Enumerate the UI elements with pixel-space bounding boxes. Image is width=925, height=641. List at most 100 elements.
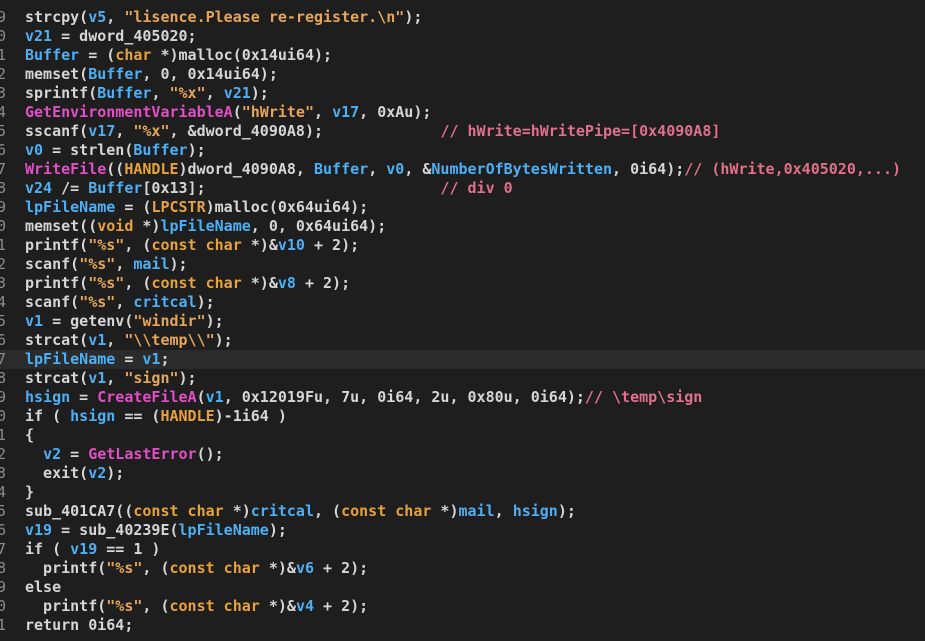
variable-token[interactable]: Buffer bbox=[133, 141, 187, 159]
code-text[interactable]: scanf("%s", mail); bbox=[25, 255, 188, 274]
code-line[interactable]: 1{ bbox=[0, 426, 925, 445]
variable-token[interactable]: lpFileName bbox=[25, 350, 115, 368]
code-text[interactable]: v21 = dword_405020; bbox=[25, 27, 197, 46]
code-line[interactable]: 8 strcat(v1, "sign"); bbox=[0, 369, 925, 388]
code-text[interactable]: hsign = CreateFileA(v1, 0x12019Fu, 7u, 0… bbox=[25, 388, 702, 407]
variable-token[interactable]: v1 bbox=[142, 350, 160, 368]
code-line[interactable]: 5 sub_401CA7((const char *)critcal, (cons… bbox=[0, 502, 925, 521]
api-call-token[interactable]: WriteFile bbox=[25, 160, 106, 178]
variable-token[interactable]: v19 bbox=[25, 521, 52, 539]
code-line[interactable]: 5 sscanf(v17, "%x", &dword_4090A8); // hW… bbox=[0, 122, 925, 141]
variable-token[interactable]: v1 bbox=[88, 369, 106, 387]
variable-token[interactable]: v24 bbox=[25, 179, 52, 197]
variable-token[interactable]: Buffer bbox=[25, 46, 79, 64]
code-text[interactable]: printf("%s", (const char *)&v4 + 2); bbox=[25, 597, 368, 616]
variable-token[interactable]: v21 bbox=[224, 84, 251, 102]
api-call-token[interactable]: CreateFileA bbox=[97, 388, 196, 406]
code-line[interactable]: 3 printf("%s", (const char *)&v8 + 2); bbox=[0, 274, 925, 293]
code-text[interactable]: GetEnvironmentVariableA("hWrite", v17, 0… bbox=[25, 103, 431, 122]
code-text[interactable]: printf("%s", (const char *)&v6 + 2); bbox=[25, 559, 368, 578]
variable-token[interactable]: v6 bbox=[296, 559, 314, 577]
code-line[interactable]: 9 else bbox=[0, 578, 925, 597]
variable-token[interactable]: hsign bbox=[25, 388, 70, 406]
code-line[interactable]: 1 Buffer = (char *)malloc(0x14ui64); bbox=[0, 46, 925, 65]
variable-token[interactable]: mail bbox=[133, 255, 169, 273]
code-line[interactable]: 6 v19 = sub_40239E(lpFileName); bbox=[0, 521, 925, 540]
code-line[interactable]: 3 exit(v2); bbox=[0, 464, 925, 483]
variable-token[interactable]: critcal bbox=[251, 502, 314, 520]
variable-token[interactable]: critcal bbox=[133, 293, 196, 311]
code-line[interactable]: 1 printf("%s", (const char *)&v10 + 2); bbox=[0, 236, 925, 255]
api-call-token[interactable]: GetLastError bbox=[88, 445, 196, 463]
variable-token[interactable]: lpFileName bbox=[25, 198, 115, 216]
variable-token[interactable]: lpFileName bbox=[160, 217, 250, 235]
code-text[interactable]: v1 = getenv("windir"); bbox=[25, 312, 224, 331]
code-line[interactable]: 9 hsign = CreateFileA(v1, 0x12019Fu, 7u, … bbox=[0, 388, 925, 407]
code-line[interactable]: 4 scanf("%s", critcal); bbox=[0, 293, 925, 312]
code-text[interactable]: else bbox=[25, 578, 61, 597]
code-text[interactable]: sub_401CA7((const char *)critcal, (const… bbox=[25, 502, 576, 521]
code-text[interactable]: sprintf(Buffer, "%x", v21); bbox=[25, 84, 269, 103]
code-line[interactable]: 0 v21 = dword_405020; bbox=[0, 27, 925, 46]
code-line[interactable]: 4 GetEnvironmentVariableA("hWrite", v17, … bbox=[0, 103, 925, 122]
code-text[interactable]: v0 = strlen(Buffer); bbox=[25, 141, 206, 160]
code-line[interactable]: 0 printf("%s", (const char *)&v4 + 2); bbox=[0, 597, 925, 616]
variable-token[interactable]: v2 bbox=[88, 464, 106, 482]
code-text[interactable]: printf("%s", (const char *)&v8 + 2); bbox=[25, 274, 350, 293]
code-text[interactable]: strcpy(v5, "lisence.Please re-register.\… bbox=[25, 8, 422, 27]
variable-token[interactable]: v1 bbox=[88, 331, 106, 349]
code-text[interactable]: { bbox=[25, 426, 34, 445]
code-line[interactable]: 5 v1 = getenv("windir"); bbox=[0, 312, 925, 331]
variable-token[interactable]: v19 bbox=[70, 540, 97, 558]
code-line[interactable]: 4} bbox=[0, 483, 925, 502]
api-call-token[interactable]: GetEnvironmentVariableA bbox=[25, 103, 233, 121]
variable-token[interactable]: mail bbox=[459, 502, 495, 520]
code-line[interactable]: 9 strcpy(v5, "lisence.Please re-register.… bbox=[0, 8, 925, 27]
variable-token[interactable]: Buffer bbox=[88, 65, 142, 83]
code-line[interactable]: 6 strcat(v1, "\\temp\\"); bbox=[0, 331, 925, 350]
code-text[interactable]: if ( v19 == 1 ) bbox=[25, 540, 160, 559]
variable-token[interactable]: v0 bbox=[25, 141, 43, 159]
code-line[interactable]: 7 if ( v19 == 1 ) bbox=[0, 540, 925, 559]
variable-token[interactable]: hsign bbox=[70, 407, 115, 425]
variable-token[interactable]: v4 bbox=[296, 597, 314, 615]
variable-token[interactable]: v17 bbox=[332, 103, 359, 121]
code-line[interactable]: 9 lpFileName = (LPCSTR)malloc(0x64ui64); bbox=[0, 198, 925, 217]
code-text[interactable]: scanf("%s", critcal); bbox=[25, 293, 215, 312]
code-text[interactable]: memset(Buffer, 0, 0x14ui64); bbox=[25, 65, 278, 84]
code-line[interactable]: 6 v0 = strlen(Buffer); bbox=[0, 141, 925, 160]
code-line[interactable]: 0 if ( hsign == (HANDLE)-1i64 ) bbox=[0, 407, 925, 426]
code-text[interactable]: WriteFile((HANDLE)dword_4090A8, Buffer , … bbox=[25, 160, 901, 179]
code-text[interactable]: lpFileName = v1; bbox=[25, 350, 170, 369]
code-line[interactable]: 7 WriteFile((HANDLE)dword_4090A8, Buffer,… bbox=[0, 160, 925, 179]
code-text[interactable]: strcat(v1, "sign"); bbox=[25, 369, 197, 388]
code-line[interactable]: 1 return 0i64; bbox=[0, 616, 925, 635]
code-text[interactable]: v24 /= Buffer[0x13]; // div 0 bbox=[25, 179, 513, 198]
pseudocode-view[interactable]: 9 strcpy(v5, "lisence.Please re-register.… bbox=[0, 8, 925, 635]
code-line-highlighted[interactable]: 7 lpFileName = v1; bbox=[0, 350, 925, 369]
variable-token[interactable]: v0 bbox=[386, 160, 404, 178]
variable-token[interactable]: v21 bbox=[25, 27, 52, 45]
code-line[interactable]: 2 memset(Buffer, 0, 0x14ui64); bbox=[0, 65, 925, 84]
variable-token[interactable]: v2 bbox=[43, 445, 61, 463]
code-line[interactable]: 3 sprintf(Buffer, "%x", v21); bbox=[0, 84, 925, 103]
code-text[interactable]: lpFileName = (LPCSTR)malloc(0x64ui64); bbox=[25, 198, 368, 217]
variable-token[interactable]: NumberOfBytesWritten bbox=[431, 160, 612, 178]
variable-token[interactable]: v10 bbox=[278, 236, 305, 254]
code-text[interactable]: Buffer = (char *)malloc(0x14ui64); bbox=[25, 46, 332, 65]
code-line[interactable]: 8 printf("%s", (const char *)&v6 + 2); bbox=[0, 559, 925, 578]
variable-token[interactable]: v5 bbox=[88, 8, 106, 26]
code-line[interactable]: 2 v2 = GetLastError(); bbox=[0, 445, 925, 464]
variable-token[interactable]: Buffer bbox=[88, 179, 142, 197]
variable-token[interactable]: Buffer bbox=[97, 84, 151, 102]
variable-token[interactable]: lpFileName bbox=[179, 521, 269, 539]
code-text[interactable]: sscanf(v17, "%x", &dword_4090A8); // hWr… bbox=[25, 122, 720, 141]
code-text[interactable]: strcat(v1, "\\temp\\"); bbox=[25, 331, 233, 350]
variable-token[interactable]: Buffer bbox=[314, 160, 368, 178]
code-line[interactable]: 8 v24 /= Buffer[0x13]; // div 0 bbox=[0, 179, 925, 198]
code-text[interactable]: exit(v2); bbox=[25, 464, 124, 483]
variable-token[interactable]: v1 bbox=[25, 312, 43, 330]
code-text[interactable]: printf("%s", (const char *)&v10 + 2); bbox=[25, 236, 359, 255]
code-text[interactable]: if ( hsign == (HANDLE)-1i64 ) bbox=[25, 407, 287, 426]
variable-token[interactable]: v1 bbox=[206, 388, 224, 406]
